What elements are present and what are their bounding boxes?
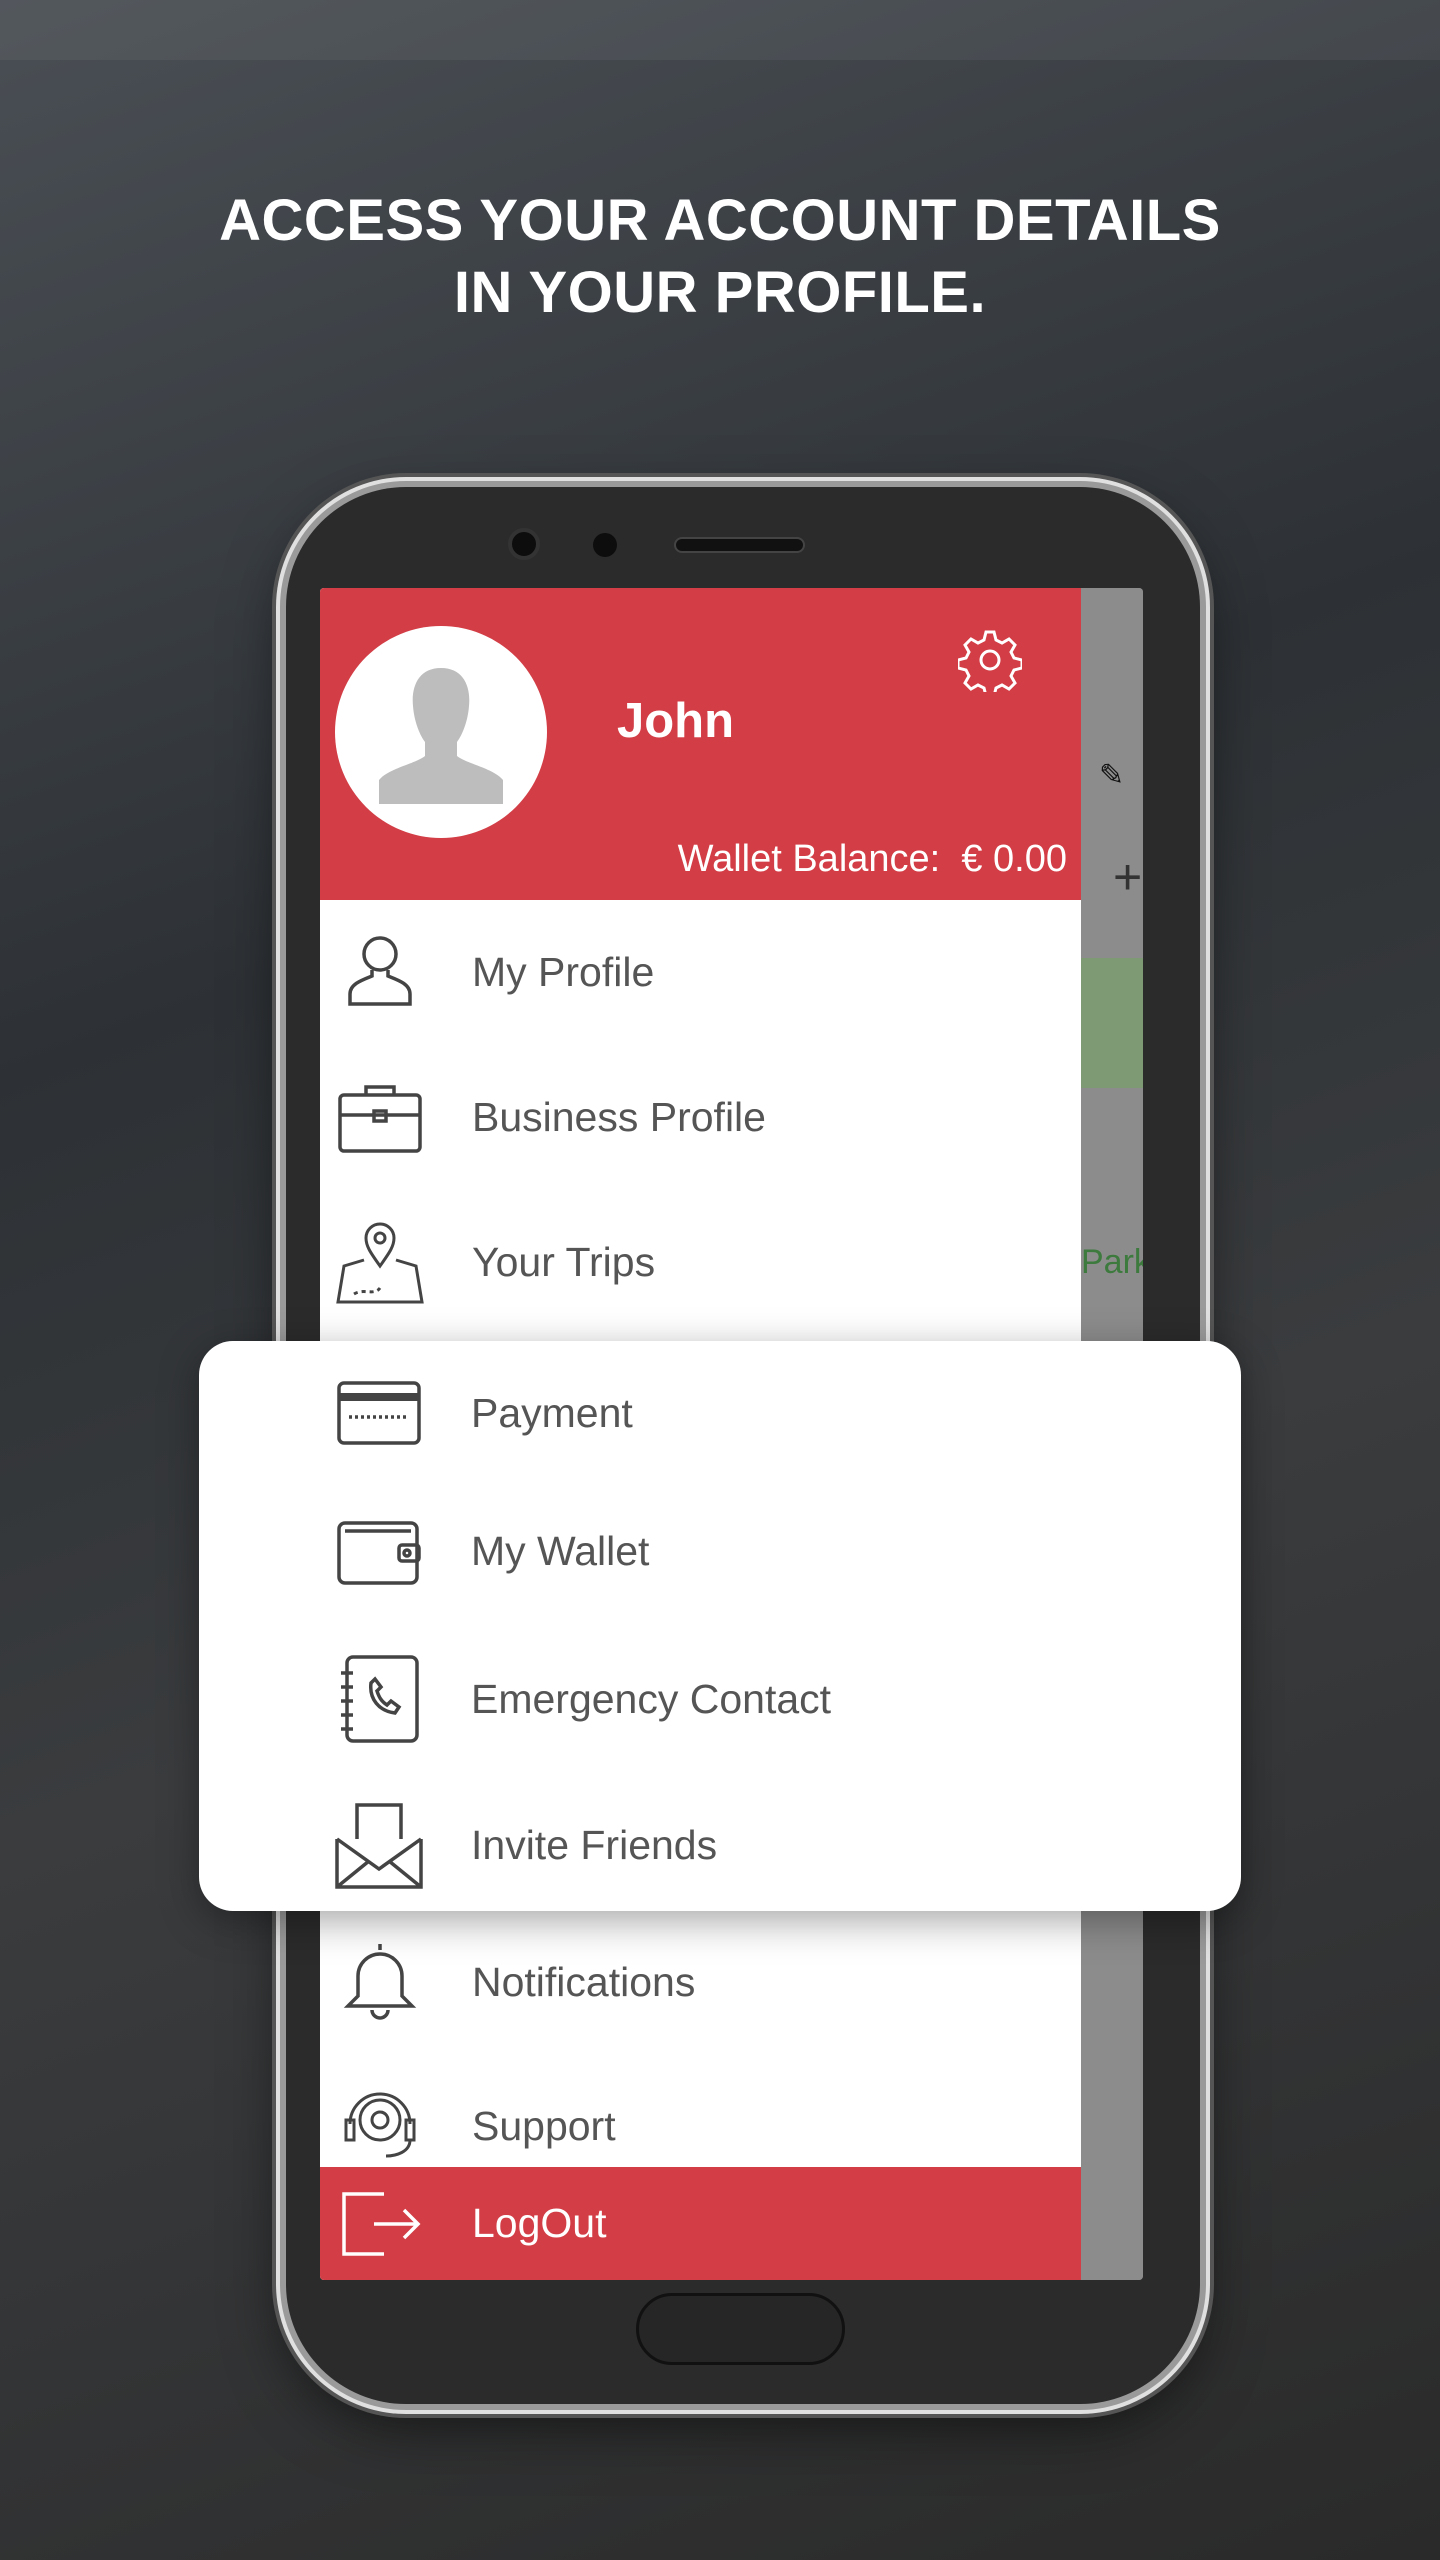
wallet-balance-label: Wallet Balance: xyxy=(677,838,941,880)
menu-label: Support xyxy=(472,2102,616,2149)
wallet-icon xyxy=(337,1521,421,1585)
menu-item-invite-friends[interactable]: Invite Friends xyxy=(199,1773,1241,1917)
headline: ACCESS YOUR ACCOUNT DETAILS IN YOUR PROF… xyxy=(0,185,1440,329)
wallet-balance: Wallet Balance: € 0.00 xyxy=(678,838,1067,881)
headline-line-2: IN YOUR PROFILE. xyxy=(453,260,987,325)
sensor xyxy=(593,533,617,557)
home-button[interactable] xyxy=(636,2293,845,2365)
avatar[interactable] xyxy=(335,626,547,838)
edit-icon[interactable]: ✎ xyxy=(1099,758,1124,793)
support-gear-icon xyxy=(344,2092,416,2158)
menu-item-payment[interactable]: Payment xyxy=(199,1341,1241,1485)
briefcase-icon xyxy=(338,1085,422,1153)
envelope-icon xyxy=(335,1803,423,1889)
highlighted-menu-card: Payment My Wallet Emergency Contact Invi… xyxy=(199,1341,1241,1911)
background-photo xyxy=(0,0,1440,60)
menu-item-your-trips[interactable]: Your Trips xyxy=(320,1190,1081,1334)
menu-label: Business Profile xyxy=(472,1093,766,1140)
wallet-balance-value: € 0.00 xyxy=(961,838,1067,880)
front-camera xyxy=(508,528,540,560)
menu-item-my-profile[interactable]: My Profile xyxy=(320,900,1081,1044)
menu-item-my-wallet[interactable]: My Wallet xyxy=(199,1479,1241,1623)
menu-label: Your Trips xyxy=(472,1238,656,1285)
phone-book-icon xyxy=(341,1655,419,1743)
user-name: John xyxy=(617,694,735,748)
credit-card-icon xyxy=(337,1381,421,1445)
menu-label: My Wallet xyxy=(471,1527,650,1574)
menu-label: Notifications xyxy=(472,1958,696,2005)
menu-label: Emergency Contact xyxy=(471,1675,832,1722)
menu-label: Invite Friends xyxy=(471,1821,718,1868)
map-pin-icon xyxy=(336,1222,424,1304)
bell-icon xyxy=(343,1944,417,2020)
logout-button[interactable]: LogOut xyxy=(320,2167,1081,2280)
headline-line-1: ACCESS YOUR ACCOUNT DETAILS xyxy=(219,188,1221,253)
person-silhouette-icon xyxy=(379,668,503,804)
menu-item-emergency-contact[interactable]: Emergency Contact xyxy=(199,1627,1241,1771)
menu-label: Payment xyxy=(471,1389,633,1436)
menu-item-business-profile[interactable]: Business Profile xyxy=(320,1045,1081,1189)
menu-label: My Profile xyxy=(472,948,655,995)
zoom-in-icon[interactable]: + xyxy=(1113,848,1142,906)
person-icon xyxy=(348,936,412,1006)
profile-header: John Wallet Balance: € 0.00 xyxy=(320,588,1081,900)
settings-gear-icon[interactable] xyxy=(958,628,1022,692)
logout-icon xyxy=(342,2191,421,2256)
logout-label: LogOut xyxy=(472,2200,607,2246)
menu-item-notifications[interactable]: Notifications xyxy=(320,1910,1081,2054)
speaker xyxy=(674,537,805,553)
map-park-area xyxy=(1081,958,1143,1088)
map-label: Park xyxy=(1081,1243,1143,1281)
